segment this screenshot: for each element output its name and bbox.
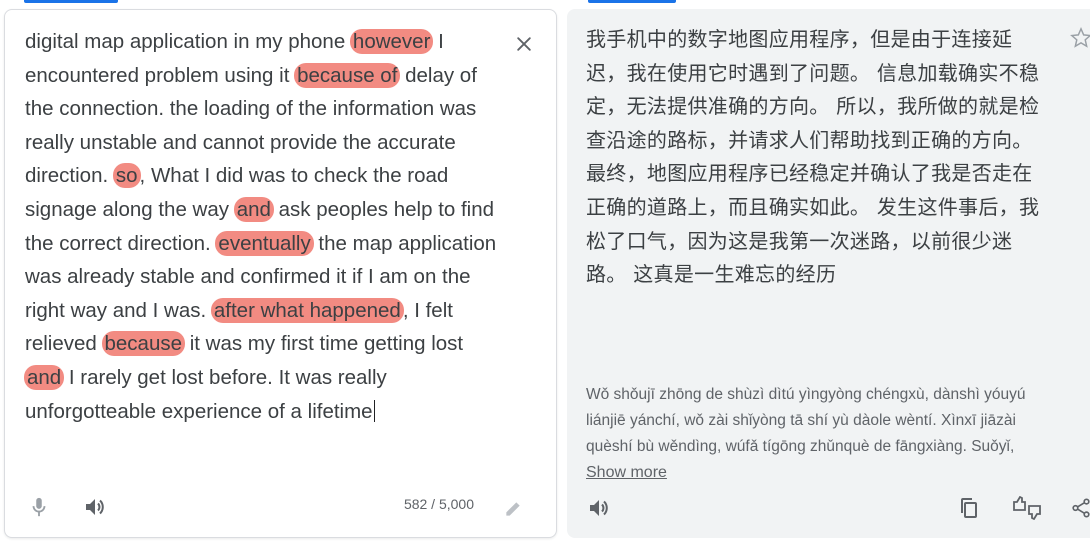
- microphone-icon: [32, 497, 46, 517]
- copy-icon: [961, 498, 977, 518]
- highlighted-word[interactable]: however: [349, 29, 434, 54]
- target-panel: 我手机中的数字地图应用程序，但是由于连接延迟，我在使用它时遇到了问题。 信息加载…: [567, 9, 1090, 538]
- source-panel: digital map application in my phone howe…: [4, 9, 557, 538]
- character-count: 582 / 5,000: [403, 496, 474, 512]
- speaker-icon: [86, 499, 104, 515]
- star-icon: [1070, 27, 1090, 48]
- edit-button[interactable]: [495, 491, 531, 527]
- listen-translation-button[interactable]: [581, 490, 617, 526]
- voice-input-button[interactable]: [21, 489, 57, 525]
- source-text-input[interactable]: digital map application in my phone howe…: [24, 25, 503, 428]
- highlighted-word[interactable]: and: [233, 196, 274, 222]
- target-footer: [567, 478, 1090, 538]
- close-icon: [517, 37, 531, 51]
- listen-source-button[interactable]: [77, 489, 113, 525]
- text-caret: [373, 399, 375, 422]
- highlighted-word[interactable]: and: [24, 364, 65, 390]
- copy-translation-button[interactable]: [951, 490, 987, 526]
- speaker-icon: [590, 500, 608, 516]
- source-text-segment: digital map application in my phone: [25, 30, 351, 53]
- share-icon: [1072, 498, 1090, 518]
- target-tab-indicator: [588, 0, 676, 3]
- transliteration-text: Wǒ shǒujī zhōng de shùzì dìtú yìngyòng c…: [586, 386, 1026, 455]
- highlighted-word[interactable]: eventually: [215, 230, 314, 256]
- source-text-segment: it was my first time getting lost: [184, 332, 464, 356]
- rate-translation-button[interactable]: [1009, 490, 1045, 526]
- transliteration: Wǒ shǒujī zhōng de shùzì dìtú yìngyòng c…: [586, 382, 1061, 486]
- highlighted-word[interactable]: because: [101, 331, 186, 357]
- rate-translation-icon: [1013, 496, 1041, 520]
- source-tab-indicator: [24, 0, 118, 3]
- clear-source-button[interactable]: [510, 30, 538, 58]
- source-text-segment: I rarely get lost before. It was really …: [25, 365, 387, 423]
- source-footer: 582 / 5,000: [5, 477, 556, 537]
- pencil-icon: [506, 502, 520, 516]
- share-translation-button[interactable]: [1063, 490, 1090, 526]
- highlighted-word[interactable]: so: [112, 163, 141, 189]
- highlighted-word[interactable]: after what happened: [210, 297, 404, 323]
- save-translation-button[interactable]: [1070, 27, 1090, 53]
- highlighted-word[interactable]: because of: [294, 62, 401, 88]
- translation-text: 我手机中的数字地图应用程序，但是由于连接延迟，我在使用它时遇到了问题。 信息加载…: [586, 27, 1040, 287]
